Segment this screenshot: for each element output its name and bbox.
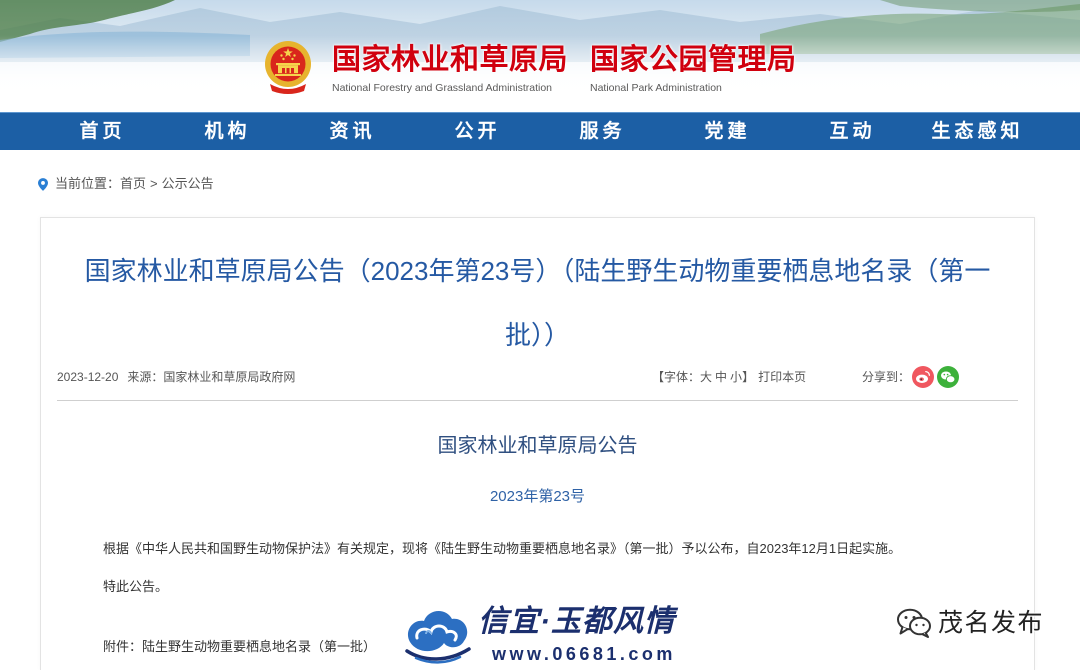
notice-heading: 国家林业和草原局公告 bbox=[437, 435, 638, 457]
article-title: 国家林业和草原局公告（2023年第23号）（陆生野生动物重要栖息地名录（第一批）… bbox=[84, 256, 991, 350]
font-size-label: 【字体： bbox=[652, 370, 701, 384]
weibo-icon bbox=[912, 365, 935, 388]
article-meta: 2023-12-20 来源：国家林业和草原局政府网 【字体：大中小】 打印本页 分享… bbox=[57, 365, 1018, 401]
xinyi-watermark: 信宜·玉都风情 www.06681.com bbox=[404, 602, 680, 668]
notice-body-paragraph: 根据《中华人民共和国野生动物保护法》有关规定，现将《陆生野生动物重要栖息地名录》… bbox=[103, 541, 902, 556]
emblem-link[interactable] bbox=[264, 40, 312, 94]
publish-date: 2023-12-20 bbox=[57, 370, 119, 384]
nav-item-interaction[interactable]: 互动 bbox=[788, 113, 913, 150]
nav-item-home[interactable]: 首页 bbox=[38, 113, 163, 150]
maoming-watermark: 茂名发布 bbox=[896, 605, 1044, 641]
source-label: 来源： bbox=[127, 370, 164, 384]
brand-forestry-cn: 国家林业和草原局 bbox=[332, 44, 569, 76]
breadcrumb-prefix: 当前位置： bbox=[55, 176, 121, 191]
share-bar: 分享到： bbox=[862, 365, 960, 388]
share-wechat-button[interactable] bbox=[937, 365, 960, 388]
nav-item-ecological-perception[interactable]: 生态感知 bbox=[913, 113, 1038, 150]
main-nav: 首页 机构 资讯 公开 服务 党建 互动 生态感知 bbox=[0, 112, 1080, 150]
maoming-watermark-label: 茂名发布 bbox=[938, 609, 1045, 637]
source-name: 国家林业和草原局政府网 bbox=[163, 370, 296, 384]
brand-park-en: National Park Administration bbox=[590, 82, 722, 94]
site-header: 国家林业和草原局 National Forestry and Grassland… bbox=[0, 0, 1080, 112]
nav-item-disclosure[interactable]: 公开 bbox=[413, 113, 538, 150]
font-size-label-close: 】 bbox=[742, 370, 755, 384]
share-label: 分享到： bbox=[862, 370, 911, 384]
nav-item-services[interactable]: 服务 bbox=[538, 113, 663, 150]
nav-item-party-building[interactable]: 党建 bbox=[663, 113, 788, 150]
meta-info: 2023-12-20 来源：国家林业和草原局政府网 bbox=[57, 367, 295, 387]
print-page-button[interactable]: 打印本页 bbox=[758, 370, 806, 384]
national-emblem-icon bbox=[265, 41, 311, 94]
attachment-label: 附件： bbox=[103, 639, 143, 654]
xinyi-watermark-title: 信宜·玉都风情 bbox=[478, 605, 675, 638]
font-size-small-button[interactable]: 小 bbox=[730, 370, 742, 384]
location-pin-icon bbox=[38, 177, 48, 191]
brand-park-cn: 国家公园管理局 bbox=[590, 44, 797, 76]
breadcrumb-home-link[interactable]: 首页 bbox=[120, 174, 146, 194]
font-size-medium-button[interactable]: 中 bbox=[715, 370, 727, 384]
font-size-large-button[interactable]: 大 bbox=[700, 370, 712, 384]
brand-forestry[interactable]: 国家林业和草原局 National Forestry and Grassland… bbox=[332, 42, 568, 94]
wechat-official-account-icon bbox=[897, 608, 931, 638]
breadcrumb: 当前位置： 首页 > 公示公告 bbox=[38, 174, 214, 194]
brand-park[interactable]: 国家公园管理局 National Park Administration bbox=[590, 42, 797, 94]
attachment-link[interactable]: 陆生野生动物重要栖息地名录（第一批） bbox=[142, 639, 376, 654]
nav-item-organization[interactable]: 机构 bbox=[163, 113, 288, 150]
nav-item-news[interactable]: 资讯 bbox=[288, 113, 413, 150]
wechat-icon bbox=[937, 365, 960, 388]
xinyi-watermark-url: www.06681.com bbox=[492, 644, 676, 664]
notice-number: 2023年第23号 bbox=[489, 488, 586, 505]
notice-closing: 特此公告。 bbox=[103, 579, 169, 594]
breadcrumb-current-link[interactable]: 公示公告 bbox=[162, 174, 214, 194]
cloud-logo-icon bbox=[405, 610, 471, 664]
nav-list: 首页 机构 资讯 公开 服务 党建 互动 生态感知 bbox=[38, 113, 1038, 150]
breadcrumb-separator: > bbox=[150, 176, 158, 191]
brand-forestry-en: National Forestry and Grassland Administ… bbox=[332, 82, 553, 94]
share-weibo-button[interactable] bbox=[912, 365, 935, 388]
font-size-controls: 【字体：大中小】 打印本页 bbox=[652, 367, 806, 387]
